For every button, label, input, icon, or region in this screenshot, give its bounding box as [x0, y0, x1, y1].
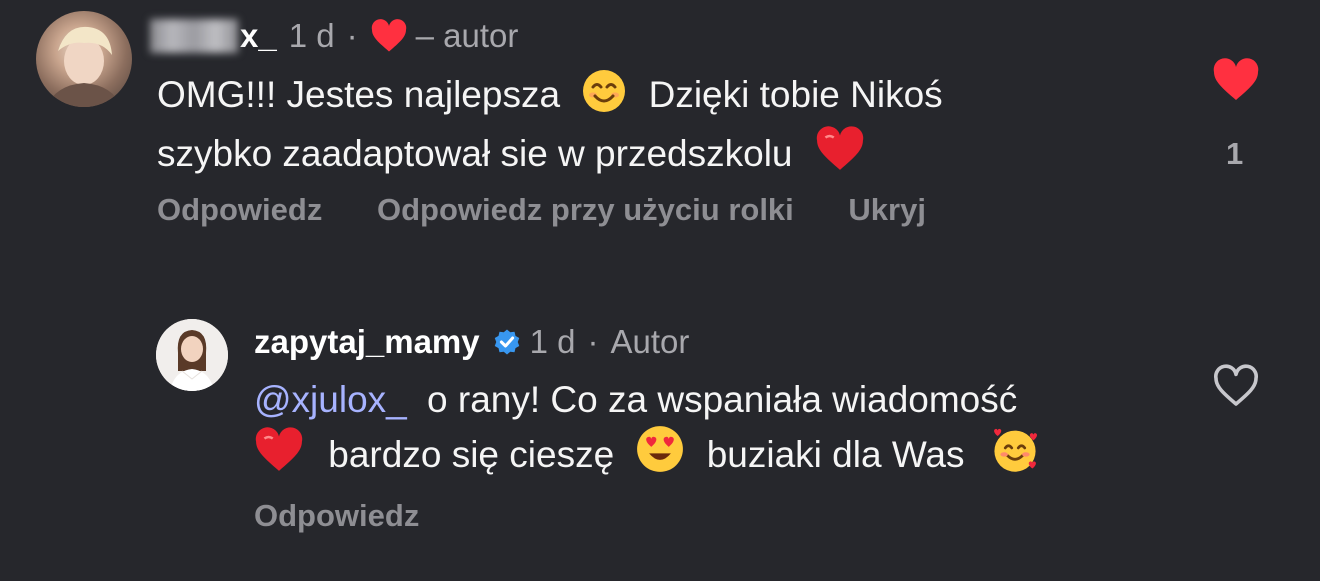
reply-actions: Odpowiedz: [254, 498, 465, 534]
comment-header: x_ 1 d · – autor: [150, 16, 518, 56]
blurred-username: [150, 19, 238, 53]
mention-link[interactable]: @xjulox_: [254, 379, 407, 420]
reply-button[interactable]: Odpowiedz: [254, 498, 419, 533]
separator-dot: ·: [346, 17, 358, 54]
like-count: 1: [1226, 136, 1244, 171]
comment-text-line1: OMG!!! Jestes najlepsza: [157, 74, 561, 115]
reply-avatar[interactable]: [156, 319, 228, 391]
author-liked-heart-icon: [370, 19, 408, 53]
separator-dot: ·: [587, 323, 599, 360]
comment-text-line1b: Dzięki tobie Nikoś: [648, 74, 943, 115]
reply-username[interactable]: zapytaj_mamy: [254, 323, 480, 361]
like-heart-filled-icon[interactable]: [1212, 58, 1260, 107]
smiling-face-emoji-icon: [582, 69, 626, 126]
red-heart-emoji-icon: [815, 126, 865, 185]
verified-badge-icon: [492, 327, 522, 357]
comment-actions: Odpowiedz Odpowiedz przy użyciu rolki Uk…: [157, 192, 972, 228]
hide-button[interactable]: Ukryj: [848, 192, 926, 227]
like-heart-outline-icon[interactable]: [1212, 364, 1260, 413]
reply-text: @xjulox_ o rany! Co za wspaniała wiadomo…: [254, 375, 1184, 486]
username[interactable]: x_: [240, 17, 277, 55]
comment-time: 1 d: [288, 17, 335, 54]
reply-with-reel-button[interactable]: Odpowiedz przy użyciu rolki: [377, 192, 794, 227]
author-tag: – autor: [415, 17, 519, 54]
reply-header: zapytaj_mamy 1 d · Autor: [254, 322, 689, 362]
author-tag: Autor: [610, 323, 690, 360]
reply-time: 1 d: [529, 323, 576, 360]
red-heart-emoji-icon: [254, 427, 304, 486]
smiling-face-with-hearts-emoji-icon: [989, 425, 1041, 486]
comment-text-line2: szybko zaadaptował sie w przedszkolu: [157, 133, 793, 174]
reply-text-line2b: buziaki dla Was: [706, 434, 965, 475]
comment-text: OMG!!! Jestes najlepsza Dzięki tobie Nik…: [157, 69, 1157, 185]
heart-eyes-emoji-icon: [636, 425, 684, 486]
reply-button[interactable]: Odpowiedz: [157, 192, 322, 227]
commenter-avatar[interactable]: [36, 11, 132, 107]
reply-text-line2a: bardzo się cieszę: [328, 434, 615, 475]
reply-text-line1: o rany! Co za wspaniała wiadomość: [427, 379, 1018, 420]
